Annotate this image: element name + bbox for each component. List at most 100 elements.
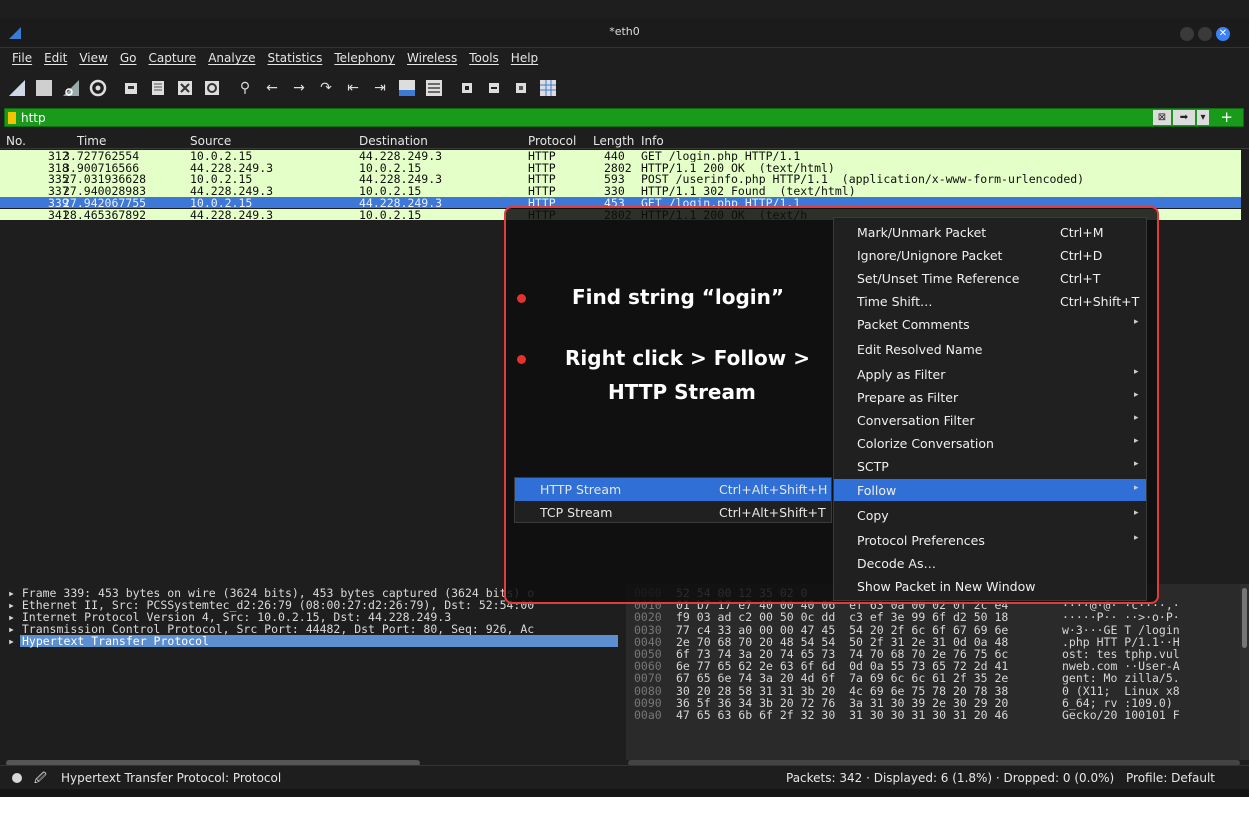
expert-info-icon[interactable] [12,773,22,783]
column-length[interactable]: Length [593,134,634,148]
context-menu-item[interactable]: Edit Resolved Name [834,338,1146,360]
context-menu-item[interactable]: Colorize Conversation ▸ [834,432,1146,454]
last-packet-icon[interactable]: ⇥ [369,77,391,99]
hex-bytes[interactable]: 67 65 6e 74 3a 20 4d 6f 7a 69 6c 6c 61 2… [676,672,1008,684]
options-gear-icon[interactable] [87,77,109,99]
hex-offset[interactable]: 0090 [634,697,662,709]
find-icon[interactable]: ⚲ [234,77,256,99]
hex-offset[interactable]: 0030 [634,624,662,636]
save-file-icon[interactable] [147,77,169,99]
context-menu-item[interactable]: Protocol Preferences ▸ [834,529,1146,551]
hex-bytes[interactable]: 47 65 63 6b 6f 2f 32 30 31 30 30 31 30 3… [676,709,1008,721]
context-menu-item[interactable]: Time Shift… Ctrl+Shift+T [834,290,1146,312]
restart-fin-icon[interactable] [60,77,82,99]
minimize-button[interactable] [1180,27,1194,41]
bytes-scrollbar[interactable] [1240,584,1249,760]
context-menu-item[interactable]: Apply as Filter ▸ [834,363,1146,385]
menu-view[interactable]: View [73,48,113,70]
column-time[interactable]: Time [77,134,106,148]
context-menu-item[interactable]: Set/Unset Time Reference Ctrl+T [834,267,1146,289]
resize-columns-icon[interactable] [537,77,559,99]
hex-offset[interactable]: 00a0 [634,709,662,721]
hex-offset[interactable]: 0060 [634,660,662,672]
packet-row[interactable]: 337 27.940028983 44.228.249.3 10.0.2.15 HTTP… [0,185,1241,197]
display-filter-bar[interactable]: http ⊠ ➡ ▾ + [4,108,1244,127]
column-info[interactable]: Info [641,134,664,148]
menu-file[interactable]: File [6,48,38,70]
context-menu-item[interactable]: Prepare as Filter ▸ [834,386,1146,408]
hex-ascii[interactable]: 6_64; rv :109.0) [1062,697,1180,709]
filter-bookmark-icon[interactable] [8,112,16,124]
hex-bytes[interactable]: 30 20 28 58 31 31 3b 20 4c 69 6e 75 78 2… [676,685,1008,697]
column-protocol[interactable]: Protocol [528,134,576,148]
apply-filter-icon[interactable]: ➡ [1173,110,1195,125]
open-file-icon[interactable] [120,77,142,99]
context-menu-item[interactable]: Conversation Filter ▸ [834,409,1146,431]
normal-size-icon[interactable] [510,77,532,99]
close-button[interactable]: ✕ [1216,27,1230,41]
hex-bytes[interactable]: f9 03 ad c2 00 50 0c dd c3 ef 3e 99 6f d… [676,611,1008,623]
context-menu-item[interactable]: Decode As… [834,552,1146,574]
hex-bytes[interactable]: 6f 73 74 3a 20 74 65 73 74 70 68 70 2e 7… [676,648,1008,660]
autoscroll-icon[interactable] [396,77,418,99]
clear-filter-icon[interactable]: ⊠ [1153,110,1171,125]
display-filter-input[interactable]: http [21,111,46,125]
context-menu-item[interactable]: Ignore/Unignore Packet Ctrl+D [834,244,1146,266]
context-menu-item[interactable]: Packet Comments ▸ [834,313,1146,335]
add-filter-button-icon[interactable]: + [1220,108,1233,126]
reload-icon[interactable] [201,77,223,99]
follow-http-stream-item[interactable]: HTTP Stream Ctrl+Alt+Shift+H [515,478,831,501]
zoom-out-icon[interactable] [483,77,505,99]
hex-offset[interactable]: 0020 [634,611,662,623]
hex-offset[interactable]: 0080 [634,685,662,697]
hex-offset[interactable]: 0070 [634,672,662,684]
hex-ascii[interactable]: gent: Mo zilla/5. [1062,672,1180,684]
menu-go[interactable]: Go [114,48,143,70]
filter-dropdown-icon[interactable]: ▾ [1197,110,1209,125]
column-no[interactable]: No. [6,134,26,148]
hex-offset[interactable]: 0040 [634,636,662,648]
menu-edit[interactable]: Edit [38,48,73,70]
column-source[interactable]: Source [190,134,231,148]
close-file-icon[interactable] [174,77,196,99]
hex-bytes[interactable]: 77 c4 33 a0 00 00 47 45 54 20 2f 6c 6f 6… [676,624,1008,636]
hex-bytes[interactable]: 2e 70 68 70 20 48 54 54 50 2f 31 2e 31 0… [676,636,1008,648]
column-destination[interactable]: Destination [359,134,428,148]
hex-ascii[interactable]: Gecko/20 100101 F [1062,709,1180,721]
hex-bytes[interactable]: 6e 77 65 62 2e 63 6f 6d 0d 0a 55 73 65 7… [676,660,1008,672]
shark-fin-start-icon[interactable] [6,77,28,99]
context-menu-item[interactable]: Mark/Unmark Packet Ctrl+M [834,221,1146,243]
first-packet-icon[interactable]: ⇤ [342,77,364,99]
menu-statistics[interactable]: Statistics [261,48,328,70]
edit-comment-icon[interactable]: 🖉 [34,769,47,790]
forward-arrow-icon[interactable]: → [288,77,310,99]
hex-bytes[interactable]: 36 5f 36 34 3b 20 72 76 3a 31 30 39 2e 3… [676,697,1008,709]
hex-ascii[interactable]: w·3···GE T /login [1062,624,1180,636]
context-menu-item[interactable]: Show Packet in New Window [834,575,1146,597]
menu-help[interactable]: Help [505,48,544,70]
menu-wireless[interactable]: Wireless [401,48,463,70]
menu-telephony[interactable]: Telephony [328,48,401,70]
hex-ascii[interactable]: ost: tes tphp.vul [1062,648,1180,660]
menu-tools[interactable]: Tools [463,48,505,70]
context-menu-item[interactable]: Copy ▸ [834,504,1146,526]
stop-square-icon[interactable] [33,77,55,99]
context-menu-item[interactable]: Follow ▸ [834,479,1146,501]
zoom-in-icon[interactable] [456,77,478,99]
packet-row[interactable]: 312 3.727762554 10.0.2.15 44.228.249.3 HTTP 4… [0,150,1241,162]
hex-offset[interactable]: 0050 [634,648,662,660]
follow-tcp-stream-item[interactable]: TCP Stream Ctrl+Alt+Shift+T [515,501,831,524]
menu-analyze[interactable]: Analyze [202,48,261,70]
hex-ascii[interactable]: ·····P·· ··>·o·P· [1062,611,1180,623]
menu-capture[interactable]: Capture [142,48,202,70]
hex-ascii[interactable]: .php HTT P/1.1··H [1062,636,1180,648]
hex-ascii[interactable]: nweb.com ··User-A [1062,660,1180,672]
go-to-packet-icon[interactable]: ↷ [315,77,337,99]
context-menu-item[interactable]: SCTP ▸ [834,455,1146,477]
status-profile[interactable]: Profile: Default [1126,771,1215,785]
back-arrow-icon[interactable]: ← [261,77,283,99]
maximize-button[interactable] [1198,27,1212,41]
hex-ascii[interactable]: 0 (X11; Linux x8 [1062,685,1180,697]
colorize-icon[interactable] [423,77,445,99]
detail-http[interactable]: ▸ Hypertext Transfer Protocol [8,635,618,647]
